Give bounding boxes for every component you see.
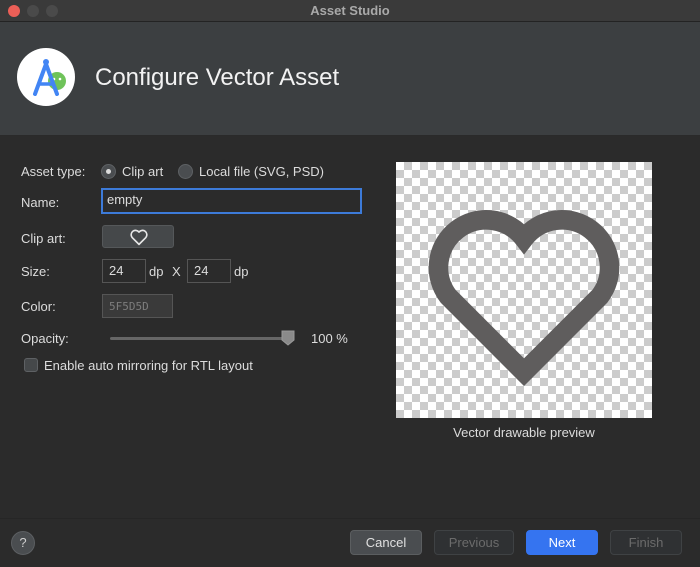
width-input[interactable]: 24 bbox=[102, 259, 146, 283]
heart-outline-icon bbox=[130, 229, 148, 246]
height-unit: dp bbox=[234, 264, 249, 279]
name-label: Name: bbox=[21, 195, 60, 210]
opacity-value: 100 % bbox=[311, 331, 348, 346]
radio-clip-art[interactable] bbox=[101, 164, 116, 179]
next-button[interactable]: Next bbox=[526, 530, 598, 555]
radio-local-file[interactable] bbox=[178, 164, 193, 179]
rtl-mirroring-checkbox[interactable] bbox=[24, 358, 38, 372]
finish-button[interactable]: Finish bbox=[610, 530, 682, 555]
opacity-label: Opacity: bbox=[21, 331, 69, 346]
heart-preview-icon bbox=[428, 210, 620, 387]
preview-caption: Vector drawable preview bbox=[453, 425, 595, 440]
android-studio-logo-icon bbox=[17, 48, 75, 106]
help-button[interactable]: ? bbox=[11, 531, 35, 555]
window-titlebar: Asset Studio bbox=[0, 0, 700, 22]
clip-art-button[interactable] bbox=[102, 225, 174, 248]
name-input[interactable]: empty bbox=[101, 188, 362, 214]
size-label: Size: bbox=[21, 264, 50, 279]
height-input[interactable]: 24 bbox=[187, 259, 231, 283]
cancel-button[interactable]: Cancel bbox=[350, 530, 422, 555]
color-label: Color: bbox=[21, 299, 56, 314]
window-title: Asset Studio bbox=[310, 3, 390, 18]
color-field[interactable]: 5F5D5D bbox=[102, 294, 173, 318]
header-banner: Configure Vector Asset bbox=[0, 22, 700, 136]
radio-local-file-label[interactable]: Local file (SVG, PSD) bbox=[199, 164, 324, 179]
vector-preview bbox=[396, 162, 652, 418]
footer-divider bbox=[0, 518, 700, 519]
radio-clip-art-label[interactable]: Clip art bbox=[122, 164, 163, 179]
opacity-slider-track[interactable] bbox=[110, 337, 294, 340]
opacity-slider-thumb[interactable] bbox=[281, 330, 295, 346]
rtl-mirroring-label[interactable]: Enable auto mirroring for RTL layout bbox=[44, 358, 253, 373]
asset-type-label: Asset type: bbox=[21, 164, 86, 179]
width-unit: dp bbox=[149, 264, 164, 279]
clip-art-label: Clip art: bbox=[21, 231, 66, 246]
page-title: Configure Vector Asset bbox=[95, 64, 340, 91]
previous-button[interactable]: Previous bbox=[434, 530, 514, 555]
size-times-sign: X bbox=[172, 264, 181, 279]
